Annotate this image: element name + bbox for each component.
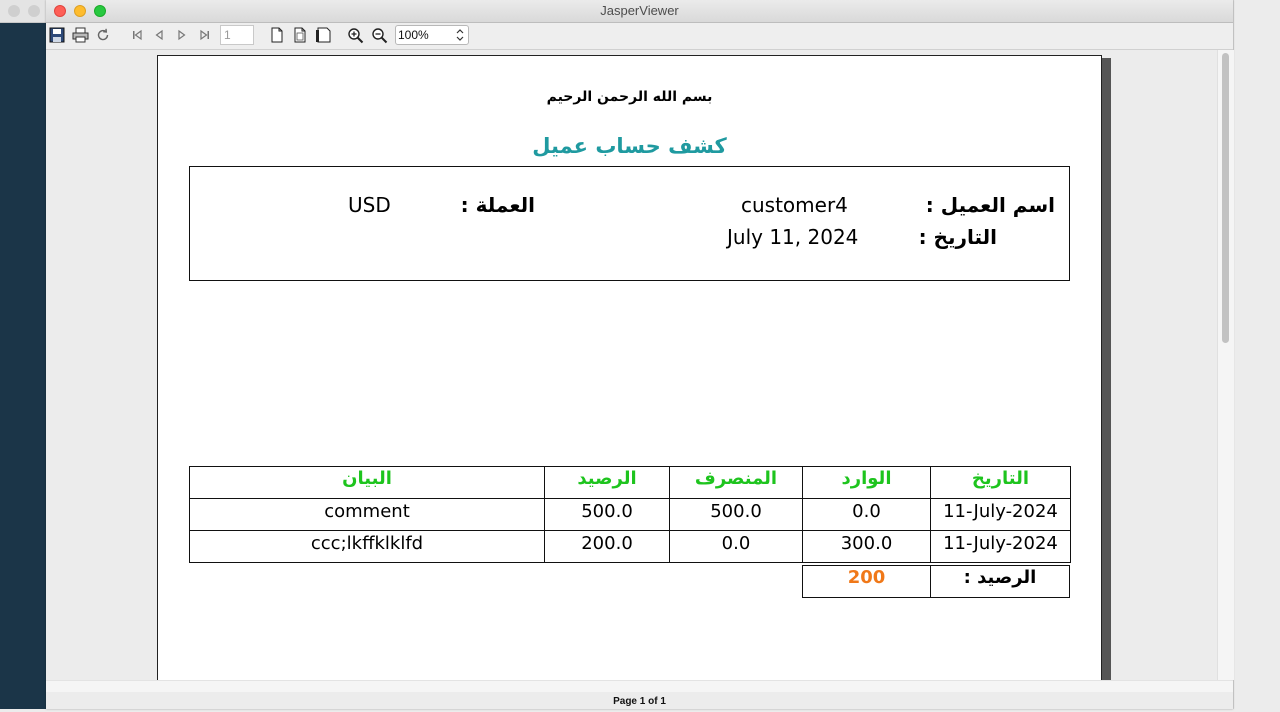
transactions-table: البيان الرصيد المنصرف الوارد التاريخ com… — [189, 466, 1071, 563]
total-balance-label: الرصيد : — [930, 565, 1070, 598]
currency-label: العملة : — [460, 193, 535, 217]
vertical-scroll-thumb[interactable] — [1222, 53, 1229, 343]
background-window-button — [28, 5, 40, 17]
total-balance-value: 200 — [802, 565, 931, 598]
last-page-icon — [198, 28, 212, 42]
background-window-right — [1233, 0, 1280, 709]
zoom-value: 100% — [398, 28, 429, 42]
date-cell: 11-July-2024 — [930, 530, 1071, 563]
first-page-button[interactable] — [128, 26, 146, 44]
save-button[interactable] — [48, 26, 66, 44]
column-header-incoming: الوارد — [802, 466, 931, 499]
balance-cell: 500.0 — [544, 498, 670, 531]
column-header-balance: الرصيد — [544, 466, 670, 499]
page-icon — [270, 27, 284, 43]
reload-icon — [95, 27, 111, 43]
report-title: كشف حساب عميل — [532, 134, 727, 158]
print-button[interactable] — [71, 26, 89, 44]
customer-value: customer4 — [741, 193, 848, 217]
toolbar: 1 100% — [46, 23, 1233, 50]
table-header-row: البيان الرصيد المنصرف الوارد التاريخ — [189, 466, 1071, 499]
report-page: بسم الله الرحمن الرحيم كشف حساب عميل اسم… — [157, 55, 1102, 680]
description-cell: ccc;lkffklklfd — [189, 530, 545, 563]
desktop-left-strip — [0, 0, 46, 709]
fit-page-icon — [293, 27, 307, 43]
jasper-viewer-window: JasperViewer 1 100% بسم الله الرحمن الرح… — [46, 0, 1234, 709]
background-window-button — [8, 5, 20, 17]
customer-label: اسم العميل : — [925, 193, 1055, 217]
currency-value: USD — [348, 193, 391, 217]
description-cell: comment — [189, 498, 545, 531]
fit-width-button[interactable] — [314, 26, 332, 44]
date-value: July 11, 2024 — [727, 225, 859, 249]
column-header-outgoing: المنصرف — [669, 466, 803, 499]
table-row: comment 500.0 500.0 0.0 11-July-2024 — [189, 498, 1071, 531]
zoom-select[interactable]: 100% — [395, 25, 469, 45]
fit-page-button[interactable] — [291, 26, 309, 44]
basmala-text: بسم الله الرحمن الرحيم — [546, 89, 713, 105]
date-label: التاريخ : — [918, 225, 997, 249]
chevron-up-down-icon[interactable] — [455, 28, 465, 42]
zoom-out-icon — [371, 27, 388, 44]
customer-info-box: اسم العميل : customer4 العملة : USD التا… — [189, 166, 1070, 281]
actual-size-button[interactable] — [268, 26, 286, 44]
zoom-out-button[interactable] — [370, 26, 388, 44]
incoming-cell: 300.0 — [802, 530, 931, 563]
vertical-scrollbar[interactable] — [1217, 50, 1234, 680]
column-header-date: التاريخ — [930, 466, 1071, 499]
page-status: Page 1 of 1 — [46, 692, 1233, 709]
window-title: JasperViewer — [600, 3, 679, 18]
fit-width-icon — [315, 27, 331, 43]
report-viewport: بسم الله الرحمن الرحيم كشف حساب عميل اسم… — [46, 50, 1217, 680]
page-number-input[interactable]: 1 — [220, 25, 254, 45]
last-page-button[interactable] — [196, 26, 214, 44]
previous-page-button[interactable] — [150, 26, 168, 44]
reload-button[interactable] — [94, 26, 112, 44]
date-cell: 11-July-2024 — [930, 498, 1071, 531]
table-row: ccc;lkffklklfd 200.0 0.0 300.0 11-July-2… — [189, 530, 1071, 563]
printer-icon — [72, 27, 89, 43]
zoom-in-button[interactable] — [346, 26, 364, 44]
column-header-description: البيان — [189, 466, 545, 499]
title-bar[interactable]: JasperViewer — [46, 0, 1233, 23]
save-icon — [49, 27, 65, 43]
balance-cell: 200.0 — [544, 530, 670, 563]
outgoing-cell: 500.0 — [669, 498, 803, 531]
incoming-cell: 0.0 — [802, 498, 931, 531]
next-page-button[interactable] — [173, 26, 191, 44]
zoom-in-icon — [347, 27, 364, 44]
background-window-titlebar — [0, 0, 46, 23]
next-page-icon — [175, 28, 189, 42]
previous-page-icon — [152, 28, 166, 42]
first-page-icon — [130, 28, 144, 42]
outgoing-cell: 0.0 — [669, 530, 803, 563]
